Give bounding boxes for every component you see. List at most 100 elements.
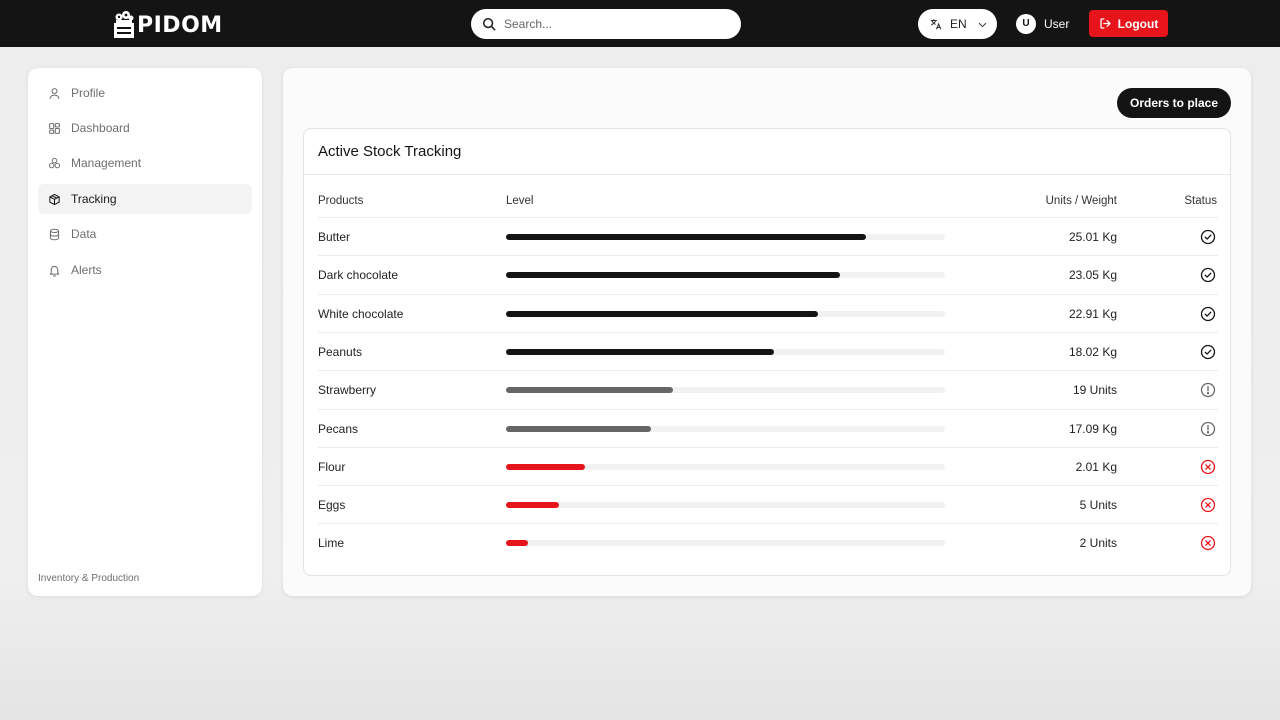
check-circle-icon [1200,268,1216,283]
search-icon [482,17,496,31]
column-header-status: Status [1184,195,1217,207]
sidebar-item-label: Management [71,156,142,170]
table-row[interactable]: Lime 2 Units [318,523,1218,561]
product-name: Flour [318,459,346,474]
top-bar: PIDOM EN U User Logout [0,0,1280,47]
level-bar-fill [506,310,818,317]
search-input[interactable] [504,17,724,31]
column-header-level: Level [506,195,534,207]
main-content: Orders to place Active Stock Tracking Pr… [283,68,1251,596]
level-bar [506,463,945,470]
level-bar [506,348,945,355]
sidebar-item-label: Tracking [71,192,117,206]
product-name: Butter [318,230,351,244]
brand-name: PIDOM [137,13,223,38]
level-bar-fill [506,387,673,394]
sidebar-item-management[interactable]: Management [38,148,252,178]
stock-tracking-panel: Active Stock Tracking Products Level Uni… [303,128,1231,576]
table-row[interactable]: Dark chocolate 23.05 Kg [318,255,1218,293]
level-bar [506,502,945,509]
product-name: Peanuts [318,344,363,359]
alert-circle-icon [1200,383,1216,398]
units-value: 19 Units [1072,383,1117,398]
alert-circle-icon [1200,421,1216,436]
sidebar-item-data[interactable]: Data [38,219,252,249]
sidebar-item-profile[interactable]: Profile [38,78,252,108]
table-row[interactable]: Eggs 5 Units [318,485,1218,523]
product-name: Lime [318,536,345,551]
panel-title: Active Stock Tracking [318,143,462,160]
level-bar [506,425,945,432]
x-circle-icon [1200,536,1216,551]
sidebar-item-dashboard[interactable]: Dashboard [38,113,252,143]
check-circle-icon [1200,306,1216,321]
logout-label: Logout [1117,16,1159,31]
units-value: 2.01 Kg [1075,459,1117,474]
sidebar-item-label: Alerts [71,263,102,277]
table-row[interactable]: White chocolate 22.91 Kg [318,293,1218,332]
orders-to-place-button[interactable]: Orders to place [1117,88,1231,118]
level-bar-fill [506,463,586,470]
user-menu[interactable]: U User [1016,13,1069,34]
status-badge [1200,535,1216,551]
user-name: User [1044,16,1070,31]
product-name: White chocolate [318,306,404,321]
column-header-units: Units / Weight [1045,195,1117,207]
chevron-down-icon [978,22,986,27]
sidebar-item-label: Dashboard [71,121,130,135]
logout-button[interactable]: Logout [1089,10,1168,37]
status-badge [1200,382,1216,398]
database-icon [49,228,60,240]
units-value: 18.02 Kg [1068,344,1117,359]
dashboard-icon [49,122,60,134]
language-selector[interactable]: EN [918,9,997,39]
table-row[interactable]: Pecans 17.09 Kg [318,408,1218,447]
sidebar-item-label: Data [71,227,97,241]
status-badge [1200,306,1216,322]
check-circle-icon [1200,344,1216,360]
sidebar: Profile Dashboard Management Tracking Da… [28,68,262,596]
level-bar [506,387,945,394]
check-circle-icon [1200,229,1216,245]
language-code: EN [950,17,967,31]
status-badge [1200,344,1216,360]
table-row[interactable]: Peanuts 18.02 Kg [318,331,1218,370]
units-value: 5 Units [1079,498,1117,513]
table-row[interactable]: Flour 2.01 Kg [318,446,1218,485]
units-value: 2 Units [1079,536,1117,551]
level-bar [506,540,945,547]
user-icon [49,87,60,99]
avatar: U [1016,13,1036,34]
logout-icon [1100,18,1111,29]
product-name: Eggs [318,498,346,513]
units-value: 22.91 Kg [1068,306,1117,321]
sidebar-item-alerts[interactable]: Alerts [38,255,252,285]
table-row[interactable]: Strawberry 19 Units [318,370,1218,408]
divider [304,174,1230,175]
boxes-icon [48,157,61,168]
product-name: Pecans [318,421,359,436]
package-icon [49,193,60,205]
status-badge [1200,229,1216,245]
search-bar[interactable] [471,9,741,39]
product-name: Dark chocolate [318,268,399,283]
level-bar-fill [506,540,528,547]
units-value: 25.01 Kg [1068,230,1117,244]
level-bar-fill [506,348,774,355]
level-bar [506,272,945,279]
x-circle-icon [1200,459,1216,474]
level-bar [506,234,945,240]
level-bar-fill [506,502,559,509]
units-value: 17.09 Kg [1068,421,1117,436]
level-bar-fill [506,425,651,432]
level-bar-fill [506,234,866,240]
status-badge [1200,459,1216,475]
status-badge [1200,497,1216,513]
table-row[interactable]: Butter 25.01 Kg [318,217,1218,255]
units-value: 23.05 Kg [1068,268,1117,283]
sidebar-item-tracking[interactable]: Tracking [38,184,252,214]
brand-logo[interactable]: PIDOM [113,5,223,39]
translate-icon [930,19,942,30]
x-circle-icon [1200,497,1216,513]
product-name: Strawberry [318,383,377,398]
